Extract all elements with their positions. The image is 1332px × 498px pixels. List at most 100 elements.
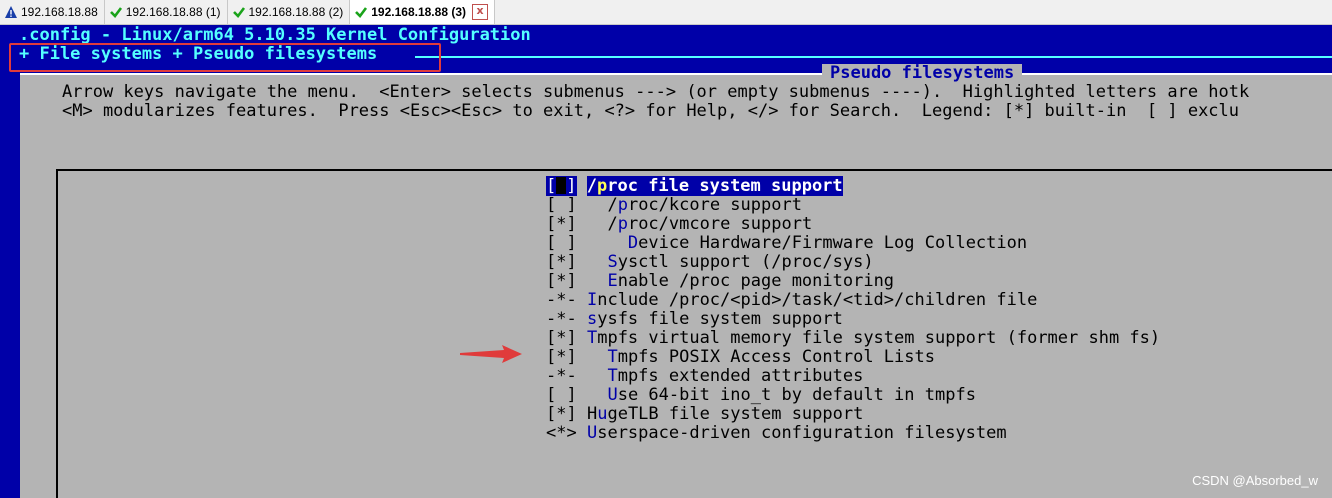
menu-item-rest: geTLB file system support (607, 404, 864, 424)
menu-item-label: /proc/vmcore support (587, 214, 812, 234)
terminal-window[interactable]: .config - Linux/arm64 5.10.35 Kernel Con… (0, 25, 1332, 498)
menu-item-rest: mpfs extended attributes (617, 366, 864, 386)
menu-item-indent (587, 271, 607, 291)
menu-item-indent (587, 214, 607, 234)
menu-item-hotkey: u (597, 404, 608, 424)
menu-item[interactable]: [*] Tmpfs virtual memory file system sup… (546, 329, 1160, 348)
menu-item[interactable]: -*- Include /proc/<pid>/task/<tid>/child… (546, 291, 1037, 310)
menu-item-hotkey: U (607, 385, 618, 405)
menu-item-rest: roc/kcore support (627, 195, 802, 215)
menu-item-label: /proc file system support (586, 176, 843, 196)
menu-item-state: [ ] (546, 385, 577, 405)
menu-item[interactable]: -*- Tmpfs extended attributes (546, 367, 863, 386)
menu-item-state: [*] (546, 271, 577, 291)
tab-session-2[interactable]: 192.168.18.88 (2) (228, 0, 351, 24)
menu-item-label: Use 64-bit ino_t by default in tmpfs (587, 385, 976, 405)
menu-item-hotkey: D (627, 233, 639, 253)
tab-session-3[interactable]: 192.168.18.88 (3) x (350, 0, 495, 24)
green-check-icon (109, 5, 123, 19)
menu-item-rest: evice Hardware/Firmware Log Collection (638, 233, 1028, 253)
menu-item-label: /proc/kcore support (587, 195, 802, 215)
menu-item-hotkey: T (607, 366, 618, 386)
tab-label: 192.168.18.88 (1) (125, 5, 221, 19)
menu-item-rest: nclude /proc/<pid>/task/<tid>/children f… (597, 290, 1038, 310)
menu-item-hotkey: p (617, 195, 628, 215)
menu-item-prefix: H (586, 404, 598, 424)
cursor-block (556, 177, 567, 194)
menu-item[interactable]: [*] Tmpfs POSIX Access Control Lists (546, 348, 935, 367)
menu-item[interactable]: [*] HugeTLB file system support (546, 405, 863, 424)
menu-item-hotkey: s (586, 309, 598, 329)
dialog-title: Pseudo filesystems (822, 64, 1023, 83)
menu-item-rest: ysctl support (/proc/sys) (617, 252, 874, 272)
menu-item-rest: nable /proc page monitoring (617, 271, 895, 291)
menu-item[interactable]: -*- sysfs file system support (546, 310, 843, 329)
tab-label: 192.168.18.88 (3) (371, 5, 466, 19)
menu-item-label: HugeTLB file system support (587, 404, 863, 424)
menu-item[interactable]: [ ] /proc/kcore support (546, 196, 802, 215)
tab-bar: 192.168.18.88 192.168.18.88 (1) 192.168.… (0, 0, 1332, 25)
menu-item-label: Tmpfs virtual memory file system support… (587, 328, 1160, 348)
menu-item-rest: ysfs file system support (597, 309, 843, 329)
menu-item-hotkey: T (607, 347, 618, 367)
menu-item[interactable]: [*] Sysctl support (/proc/sys) (546, 253, 874, 272)
menu-item-state: -*- (546, 366, 577, 386)
menu-item-hotkey: S (607, 252, 618, 272)
tab-label: 192.168.18.88 (2) (248, 5, 344, 19)
menu-item-label: Device Hardware/Firmware Log Collection (587, 233, 1027, 253)
menu-item-hotkey: I (586, 290, 598, 310)
menu-item[interactable]: [*] Enable /proc page monitoring (546, 272, 894, 291)
menu-item[interactable]: [ ] Use 64-bit ino_t by default in tmpfs (546, 386, 976, 405)
menu-item-label: Tmpfs extended attributes (587, 366, 863, 386)
menu-item-state: <*> (546, 423, 577, 443)
tab-session-0[interactable]: 192.168.18.88 (0, 0, 105, 24)
menu-item-state: [*] (546, 214, 577, 234)
warning-triangle-icon (4, 5, 18, 19)
menu-item-indent (587, 195, 607, 215)
menu-item-state: [ ] (546, 233, 577, 253)
menu-item-label: Sysctl support (/proc/sys) (587, 252, 874, 272)
dialog-top-border (20, 73, 1332, 75)
menu-item-prefix: / (607, 214, 618, 234)
menu-item-state: [ ] (546, 195, 577, 215)
menu-item[interactable]: [] /proc file system support (546, 176, 843, 196)
help-text-line-2: <M> modularizes features. Press <Esc><Es… (62, 101, 1240, 121)
menu-item-rest: roc/vmcore support (627, 214, 813, 234)
menu-item-prefix: / (607, 195, 618, 215)
tab-session-1[interactable]: 192.168.18.88 (1) (105, 0, 228, 24)
menu-item-hotkey: T (586, 328, 598, 348)
menu-item-label: sysfs file system support (587, 309, 843, 329)
menu-item-hotkey: p (617, 214, 628, 234)
menu-item-rest: mpfs virtual memory file system support … (597, 328, 1161, 348)
watermark: CSDN @Absorbed_w (1192, 473, 1318, 488)
menu-item-indent (587, 347, 607, 367)
menu-item-state: [*] (546, 404, 577, 424)
menu-item-indent (587, 233, 628, 253)
menu-item-hotkey: E (607, 271, 618, 291)
menu-item-prefix: / (586, 176, 597, 196)
green-check-icon (354, 5, 368, 19)
menu-item-indent (587, 366, 607, 386)
menu-item-state: [*] (546, 328, 577, 348)
menu-item-rest: serspace-driven configuration filesystem (597, 423, 1007, 443)
menu-item-state: -*- (546, 309, 577, 329)
menu-item-rest: se 64-bit ino_t by default in tmpfs (617, 385, 976, 405)
menu-item[interactable]: [*] /proc/vmcore support (546, 215, 812, 234)
menu-item-label: Enable /proc page monitoring (587, 271, 894, 291)
menu-item-state: [*] (546, 347, 577, 367)
menu-item[interactable]: <*> Userspace-driven configuration files… (546, 424, 1007, 443)
menu-item-state: -*- (546, 290, 577, 310)
menu-item-label: Userspace-driven configuration filesyste… (587, 423, 1007, 443)
help-text-line-1: Arrow keys navigate the menu. <Enter> se… (62, 82, 1250, 102)
close-icon[interactable]: x (472, 4, 488, 20)
menu-item-indent (587, 385, 607, 405)
menu-item-label: Tmpfs POSIX Access Control Lists (587, 347, 935, 367)
tab-label: 192.168.18.88 (21, 5, 98, 19)
menu-item-rest: mpfs POSIX Access Control Lists (617, 347, 935, 367)
breadcrumb-rule (415, 56, 1332, 58)
menu-item[interactable]: [ ] Device Hardware/Firmware Log Collect… (546, 234, 1027, 253)
red-arrow-icon (460, 345, 522, 363)
menu-item-state: [] (546, 176, 577, 196)
green-check-icon (232, 5, 246, 19)
menu-item-hotkey: p (597, 176, 608, 196)
